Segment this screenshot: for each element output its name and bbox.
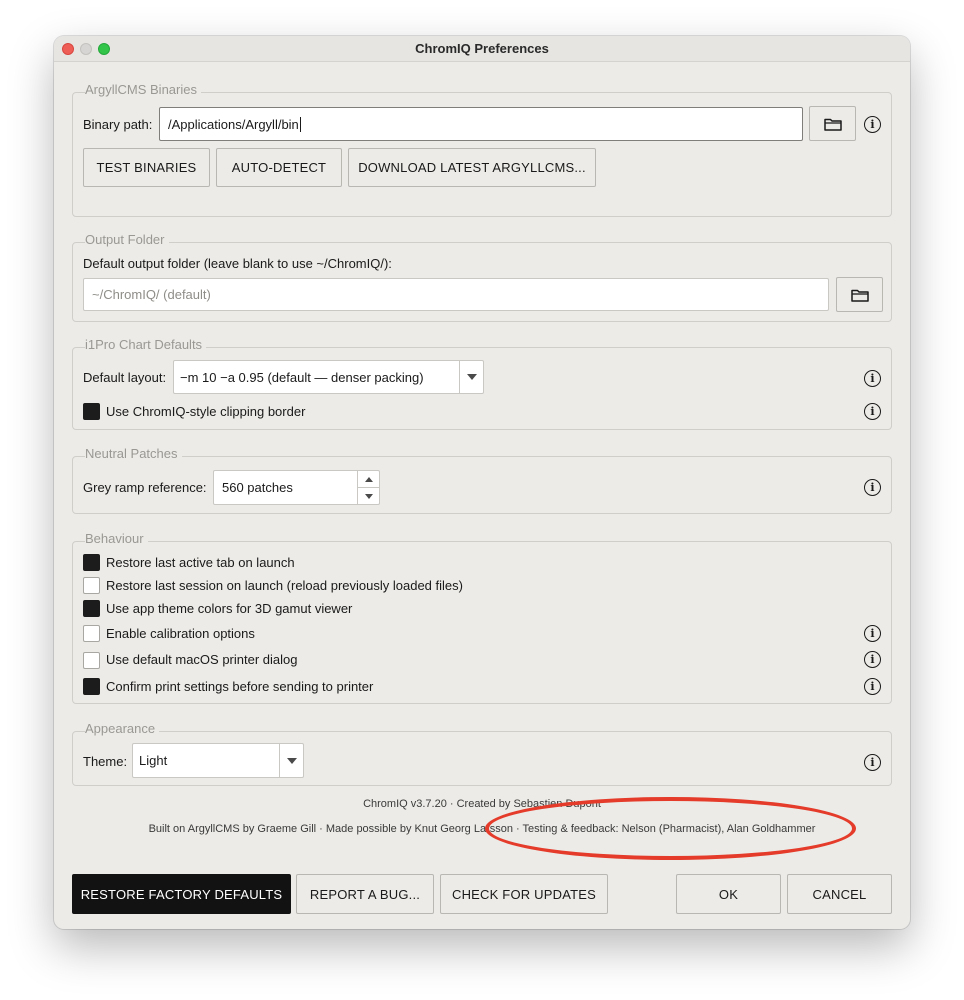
folder-icon (823, 118, 842, 131)
binary-path-info-icon[interactable]: i (864, 116, 881, 133)
appearance-group: Appearance Theme: Light i (72, 721, 892, 786)
behaviour-group: Behaviour Restore last active tab on lau… (72, 531, 892, 704)
credits-acknowledgements: Built on ArgyllCMS by Graeme Gill · Made… (148, 823, 816, 835)
check-for-updates-button[interactable]: CHECK FOR UPDATES (440, 874, 608, 914)
confirm-print-info-icon[interactable]: i (864, 678, 881, 695)
theme-info-icon[interactable]: i (864, 754, 881, 771)
chevron-down-icon (286, 757, 297, 764)
calibration-options-info-icon[interactable]: i (864, 625, 881, 642)
clipping-border-info-icon[interactable]: i (864, 403, 881, 420)
theme-select[interactable]: Light (132, 743, 304, 778)
default-layout-value: −m 10 −a 0.95 (default — denser packing) (180, 369, 424, 385)
confirm-print-label: Confirm print settings before sending to… (106, 679, 374, 694)
default-layout-select[interactable]: −m 10 −a 0.95 (default — denser packing) (173, 360, 484, 394)
i1pro-chart-defaults-group: i1Pro Chart Defaults Default layout: −m … (72, 337, 892, 430)
chevron-up-icon (364, 476, 373, 482)
calibration-options-checkbox[interactable] (83, 625, 100, 642)
clipping-border-label: Use ChromIQ-style clipping border (106, 404, 306, 419)
theme-label: Theme: (83, 754, 128, 769)
grey-ramp-increment[interactable] (358, 471, 379, 487)
title-bar[interactable]: ChromIQ Preferences (54, 36, 910, 62)
neutral-patches-group-label: Neutral Patches (85, 446, 182, 461)
output-folder-group: Output Folder Default output folder (lea… (72, 232, 892, 322)
browse-binary-button[interactable] (809, 106, 856, 141)
grey-ramp-decrement[interactable] (358, 487, 379, 504)
default-layout-label: Default layout: (83, 370, 167, 385)
binary-path-label: Binary path: (83, 117, 153, 132)
window-title: ChromIQ Preferences (415, 41, 549, 56)
download-argyllcms-button[interactable]: DOWNLOAD LATEST ARGYLLCMS... (348, 148, 596, 187)
preferences-window: ChromIQ Preferences ArgyllCMS Binaries B… (54, 36, 910, 929)
theme-colors-gamut-checkbox[interactable] (83, 600, 100, 617)
chevron-down-icon (466, 374, 477, 380)
test-binaries-button[interactable]: TEST BINARIES (83, 148, 210, 187)
browse-output-folder-button[interactable] (836, 277, 883, 312)
output-folder-group-label: Output Folder (85, 232, 169, 247)
restore-session-label: Restore last session on launch (reload p… (106, 578, 463, 593)
grey-ramp-spinbox[interactable]: 560 patches (213, 470, 380, 505)
appearance-group-label: Appearance (85, 721, 160, 736)
grey-ramp-label: Grey ramp reference: (83, 480, 207, 495)
auto-detect-button[interactable]: AUTO-DETECT (216, 148, 342, 187)
confirm-print-checkbox[interactable] (83, 678, 100, 695)
grey-ramp-info-icon[interactable]: i (864, 479, 881, 496)
cancel-button[interactable]: CANCEL (787, 874, 892, 914)
folder-icon (850, 289, 869, 302)
restore-tab-checkbox[interactable] (83, 554, 100, 571)
credits-version: ChromIQ v3.7.20 · Created by Sebastien D… (363, 798, 601, 810)
theme-value: Light (139, 753, 168, 768)
theme-colors-gamut-label: Use app theme colors for 3D gamut viewer (106, 601, 353, 616)
restore-factory-defaults-button[interactable]: RESTORE FACTORY DEFAULTS (72, 874, 291, 914)
report-bug-button[interactable]: REPORT A BUG... (296, 874, 434, 914)
argyll-group-label: ArgyllCMS Binaries (85, 82, 201, 97)
default-layout-info-icon[interactable]: i (864, 370, 881, 387)
restore-session-checkbox[interactable] (83, 577, 100, 594)
printer-dialog-label: Use default macOS printer dialog (106, 652, 298, 667)
printer-dialog-checkbox[interactable] (83, 652, 100, 669)
neutral-patches-group: Neutral Patches Grey ramp reference: 560… (72, 446, 892, 514)
ok-button[interactable]: OK (676, 874, 781, 914)
printer-dialog-info-icon[interactable]: i (864, 651, 881, 668)
output-folder-description: Default output folder (leave blank to us… (83, 256, 392, 271)
binary-path-input[interactable]: /Applications/Argyll/bin (159, 107, 803, 141)
calibration-options-label: Enable calibration options (106, 626, 255, 641)
argyll-group: ArgyllCMS Binaries Binary path: /Applica… (72, 82, 892, 217)
output-folder-input[interactable]: ~/ChromIQ/ (default) (83, 278, 829, 311)
grey-ramp-value: 560 patches (222, 480, 293, 495)
chevron-down-icon (364, 493, 373, 499)
behaviour-group-label: Behaviour (85, 531, 148, 546)
restore-tab-label: Restore last active tab on launch (106, 555, 295, 570)
clipping-border-checkbox[interactable] (83, 403, 100, 420)
i1pro-group-label: i1Pro Chart Defaults (85, 337, 207, 352)
